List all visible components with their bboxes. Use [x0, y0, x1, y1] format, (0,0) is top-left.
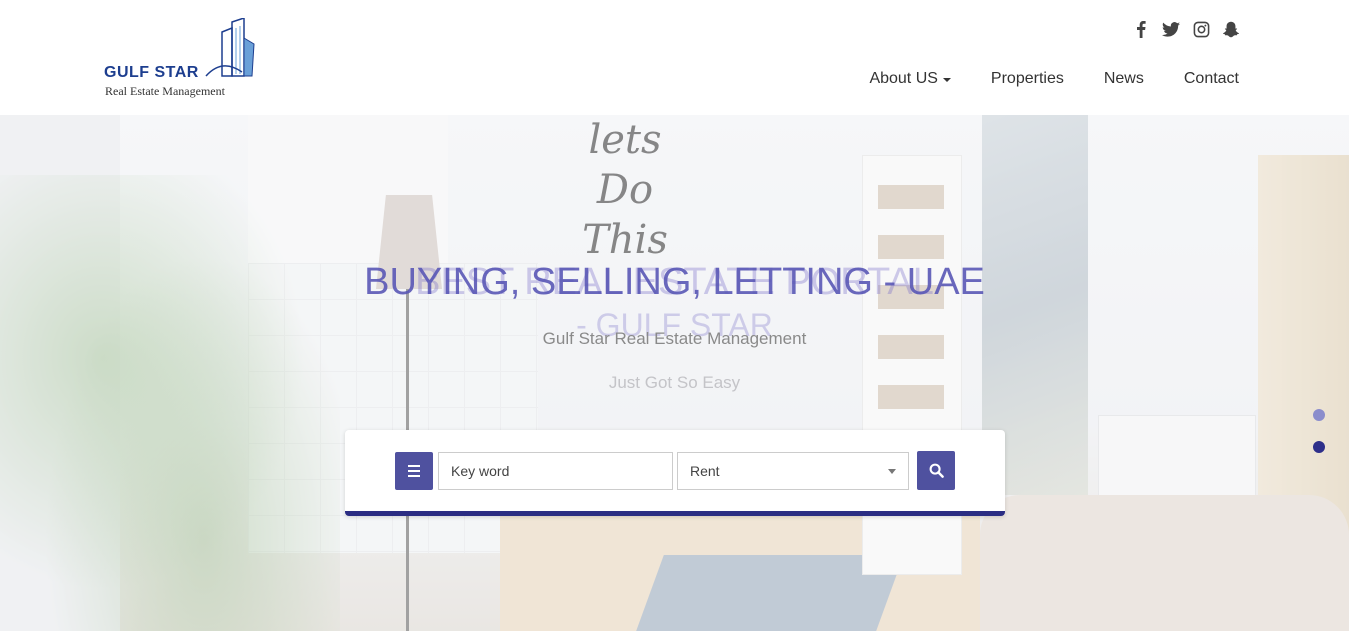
menu-icon: [408, 465, 420, 467]
building-logo-icon: [205, 18, 255, 77]
listing-type-value: Rent: [690, 463, 720, 479]
listing-type-select[interactable]: Rent: [677, 452, 909, 490]
hero-subtitle: Gulf Star Real Estate Management: [542, 329, 807, 348]
menu-toggle-button[interactable]: [395, 452, 433, 490]
hero-title: BUYING, SELLING, LETTING - UAE: [364, 261, 985, 303]
slider-dot-1[interactable]: [1313, 409, 1325, 421]
snapchat-icon[interactable]: [1221, 18, 1241, 40]
property-search-form: Rent: [345, 430, 1005, 516]
search-icon: [929, 463, 944, 478]
brand-tagline: Real Estate Management: [105, 84, 225, 98]
slider-dots: [1313, 409, 1325, 453]
facebook-icon[interactable]: [1131, 18, 1151, 40]
chevron-down-icon: [888, 468, 896, 474]
menu-icon: [408, 475, 420, 477]
nav-news[interactable]: News: [1104, 70, 1144, 88]
main-nav: About US Properties News Contact: [869, 70, 1239, 88]
site-header: GULF STAR Real Estate Management About U…: [0, 0, 1349, 115]
slider-dot-2[interactable]: [1313, 441, 1325, 453]
hero-banner: lets Do This BEST REAL ESTATE PORTAL - G…: [0, 115, 1349, 631]
nav-about-us-label: About US: [869, 70, 938, 87]
nav-about-us[interactable]: About US: [869, 70, 951, 88]
hero-tagline: Just Got So Easy: [608, 373, 741, 392]
menu-icon: [408, 470, 420, 472]
hero-wall-lettering: lets Do This: [582, 117, 668, 263]
social-links: [1131, 18, 1241, 40]
nav-properties[interactable]: Properties: [991, 70, 1064, 88]
twitter-icon[interactable]: [1161, 18, 1181, 40]
search-button[interactable]: [917, 451, 955, 490]
logo[interactable]: GULF STAR Real Estate Management: [104, 18, 264, 100]
instagram-icon[interactable]: [1191, 18, 1211, 40]
nav-contact[interactable]: Contact: [1184, 70, 1239, 88]
caret-down-icon: [942, 78, 951, 82]
brand-name: GULF STAR: [104, 64, 199, 81]
keyword-input[interactable]: [438, 452, 673, 490]
